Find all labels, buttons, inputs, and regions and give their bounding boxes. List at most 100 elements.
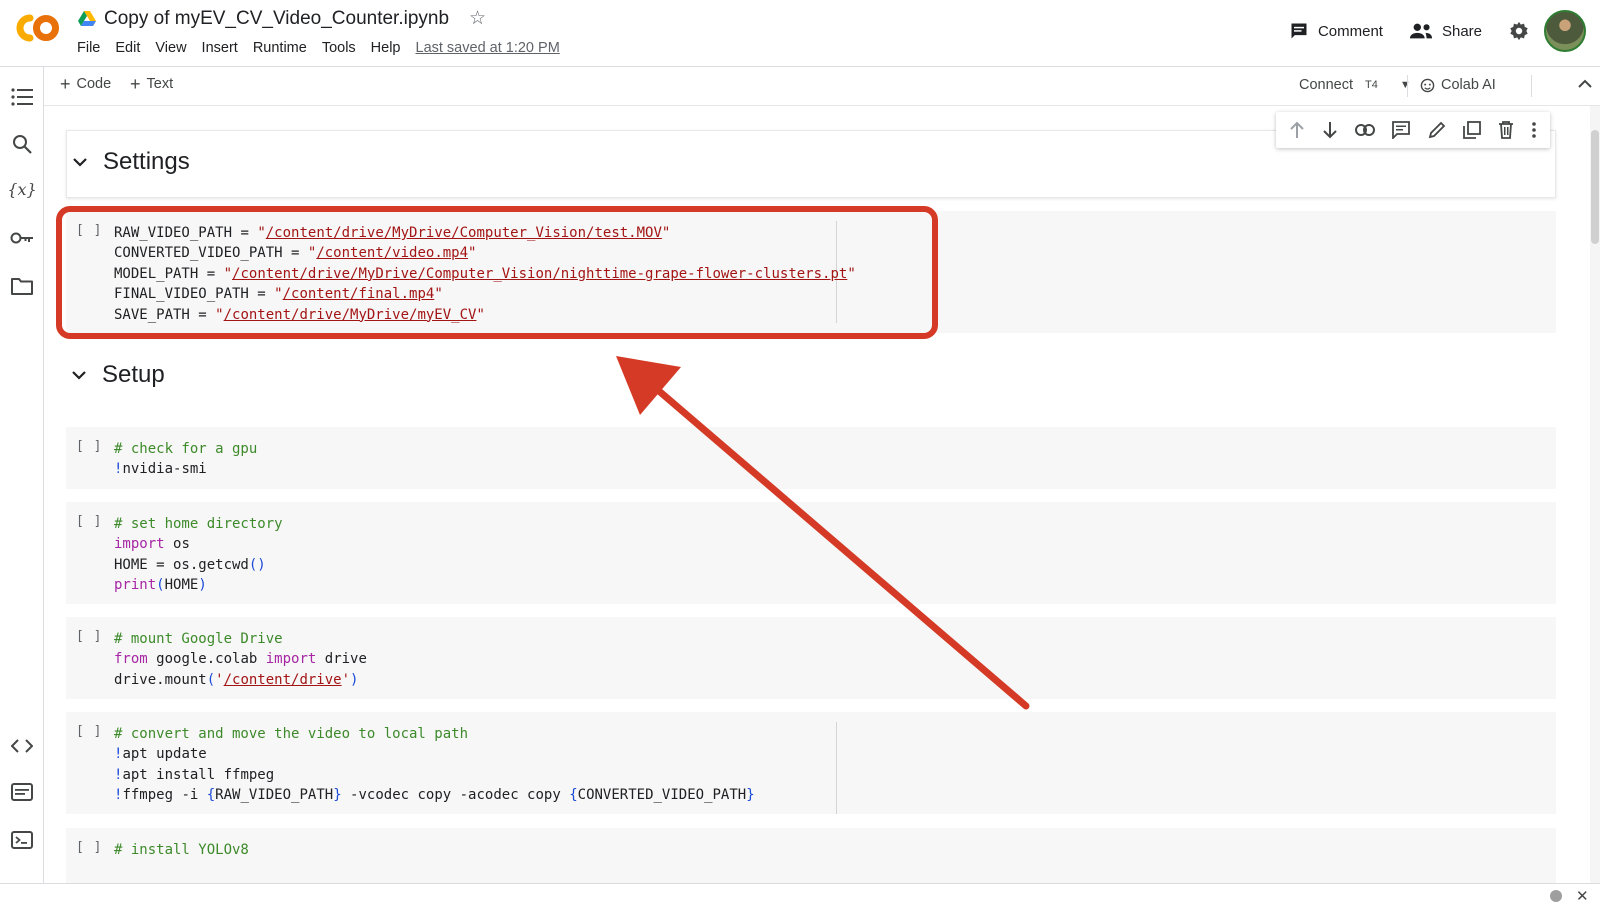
module-name: os <box>173 536 190 553</box>
toolbar-divider <box>1531 75 1532 97</box>
chevron-down-icon[interactable] <box>72 368 86 382</box>
code-snippets-icon[interactable] <box>10 734 34 758</box>
run-cell-button[interactable]: [ ] <box>76 439 102 454</box>
edit-icon[interactable] <box>1428 121 1446 139</box>
keyword: import <box>114 536 165 553</box>
variables-icon[interactable]: {x} <box>7 177 36 201</box>
variable-name: CONVERTED_VIDEO_PATH <box>577 787 747 804</box>
search-icon[interactable] <box>10 132 34 156</box>
more-vert-icon[interactable] <box>1531 121 1537 139</box>
comment-button[interactable]: Comment <box>1289 21 1383 41</box>
comment-icon[interactable] <box>1392 121 1411 139</box>
shell-command: apt install ffmpeg <box>122 766 275 783</box>
toc-icon[interactable] <box>10 85 34 109</box>
code-text: HOME <box>164 577 199 594</box>
code-cell-convert[interactable]: [ ] # convert and move the video to loca… <box>66 712 1556 814</box>
run-cell-button[interactable]: [ ] <box>76 840 102 855</box>
delete-icon[interactable] <box>1498 121 1514 139</box>
run-cell-button[interactable]: [ ] <box>76 514 102 529</box>
terminal-icon[interactable] <box>10 828 34 852</box>
add-code-label: Code <box>76 76 112 92</box>
colab-ai-button[interactable]: Colab AI <box>1420 77 1496 93</box>
code-comment: # install YOLOv8 <box>114 842 249 858</box>
code-text: drive.mount <box>114 671 207 688</box>
status-bar: ✕ <box>0 883 1600 907</box>
shell-command: apt update <box>122 746 207 763</box>
plus-icon: + <box>60 74 71 94</box>
share-label: Share <box>1441 22 1482 40</box>
sparkle-icon <box>1420 78 1435 92</box>
code-cell-drive[interactable]: [ ] # mount Google Drive from google.col… <box>66 617 1556 699</box>
chevron-up-icon[interactable] <box>1578 77 1592 91</box>
code-editor[interactable]: # install YOLOv8 <box>114 840 249 860</box>
menu-view[interactable]: View <box>155 40 186 56</box>
code-text: HOME = os.getcwd <box>114 556 249 573</box>
code-cell-gpu[interactable]: [ ] # check for a gpu !nvidia-smi <box>66 427 1556 489</box>
code-comment: # mount Google Drive <box>114 631 283 647</box>
annotation-highlight-box <box>56 206 938 339</box>
add-text-label: Text <box>146 76 174 92</box>
mirror-cell-icon[interactable] <box>1462 121 1481 139</box>
run-cell-button[interactable]: [ ] <box>76 629 102 644</box>
user-avatar[interactable] <box>1544 10 1586 52</box>
scrollbar-thumb[interactable] <box>1591 130 1599 244</box>
code-cell-yolo[interactable]: [ ] # install YOLOv8 <box>66 828 1556 883</box>
builtin-function: print <box>114 577 157 594</box>
command-palette-icon[interactable] <box>10 780 34 804</box>
move-down-icon[interactable] <box>1322 121 1338 139</box>
chevron-down-icon[interactable] <box>73 155 87 169</box>
menu-bar: File Edit View Insert Runtime Tools Help… <box>77 40 560 56</box>
code-editor[interactable]: # convert and move the video to local pa… <box>114 724 755 806</box>
share-button[interactable]: Share <box>1409 21 1482 41</box>
colab-ai-label: Colab AI <box>1441 77 1496 93</box>
run-cell-button[interactable]: [ ] <box>76 724 102 739</box>
section-title-setup: Setup <box>102 361 165 388</box>
shell-command: -vcodec copy -acodec copy <box>341 787 570 804</box>
code-editor[interactable]: # mount Google Drive from google.colab i… <box>114 629 367 690</box>
colab-logo[interactable] <box>12 10 62 46</box>
move-up-icon[interactable] <box>1289 121 1305 139</box>
shell-command: nvidia-smi <box>122 461 207 478</box>
menu-help[interactable]: Help <box>371 40 401 56</box>
menu-tools[interactable]: Tools <box>322 40 356 56</box>
code-cell-home[interactable]: [ ] # set home directory import os HOME … <box>66 502 1556 604</box>
shell-command: ffmpeg -i <box>122 787 207 804</box>
code-editor[interactable]: # set home directory import os HOME = os… <box>114 514 283 596</box>
keyword: import <box>265 651 317 668</box>
close-icon[interactable]: ✕ <box>1576 887 1589 905</box>
header: Copy of myEV_CV_Video_Counter.ipynb ☆ Fi… <box>0 0 1600 67</box>
caret-down-icon[interactable]: ▼ <box>1400 79 1411 91</box>
add-text-button[interactable]: + Text <box>130 74 174 94</box>
status-indicator[interactable] <box>1550 890 1562 902</box>
comment-icon <box>1291 23 1307 39</box>
notebook-title[interactable]: Copy of myEV_CV_Video_Counter.ipynb <box>104 8 449 30</box>
menu-file[interactable]: File <box>77 40 100 56</box>
left-rail: {x} <box>0 67 44 883</box>
menu-runtime[interactable]: Runtime <box>253 40 307 56</box>
toolbar-divider <box>1407 75 1408 97</box>
setup-heading-cell[interactable]: Setup <box>66 344 1556 412</box>
connect-button[interactable]: Connect T4 ▼ <box>1299 77 1411 93</box>
plus-icon: + <box>130 74 141 94</box>
module-name: google.colab <box>156 651 258 668</box>
last-saved-link[interactable]: Last saved at 1:20 PM <box>416 40 560 56</box>
google-drive-icon[interactable] <box>78 10 96 27</box>
people-icon <box>1409 23 1433 39</box>
code-comment: # convert and move the video to local pa… <box>114 726 469 742</box>
section-title-settings: Settings <box>103 148 190 175</box>
notebook-toolbar: + Code + Text Connect T4 ▼ Colab AI <box>44 67 1600 106</box>
folder-icon[interactable] <box>10 274 34 298</box>
code-editor[interactable]: # check for a gpu !nvidia-smi <box>114 439 257 480</box>
code-comment: # check for a gpu <box>114 441 258 457</box>
line-ruler <box>836 722 837 814</box>
gear-icon[interactable] <box>1508 20 1530 42</box>
menu-edit[interactable]: Edit <box>115 40 140 56</box>
add-code-button[interactable]: + Code <box>60 74 112 94</box>
link-icon[interactable] <box>1355 124 1376 136</box>
star-icon[interactable]: ☆ <box>469 7 486 30</box>
variable-name: RAW_VIDEO_PATH <box>215 787 334 804</box>
comment-label: Comment <box>1317 22 1383 40</box>
key-icon[interactable] <box>10 226 34 250</box>
menu-insert[interactable]: Insert <box>202 40 238 56</box>
runtime-type-label: T4 <box>1365 79 1378 91</box>
